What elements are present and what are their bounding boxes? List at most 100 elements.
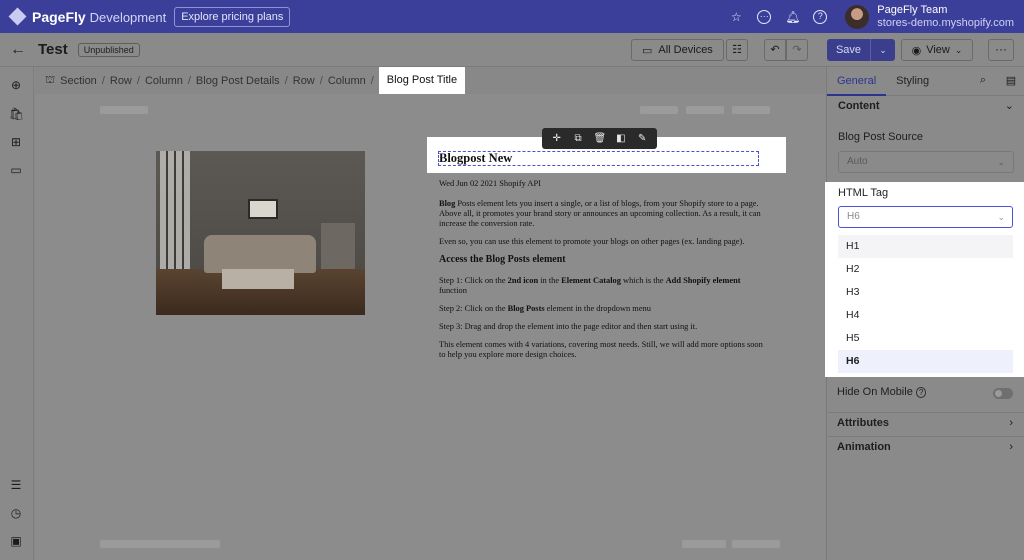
blog-post-image[interactable] <box>156 151 365 315</box>
bell-icon[interactable]: 🔔︎ <box>785 10 800 24</box>
option-h1[interactable]: H1 <box>838 235 1013 258</box>
placeholder-bar <box>100 540 220 548</box>
step-2: Step 2: Click on the Blog Posts element … <box>439 304 651 313</box>
html-tag-options: H1 H2 H3 H4 H5 H6 <box>838 235 1013 373</box>
save-element-icon[interactable]: ◧ <box>615 133 627 144</box>
shopify-bag-icon[interactable]: 🛍︎ <box>9 107 24 121</box>
page-title: Test <box>38 41 68 58</box>
breadcrumb-item-column[interactable]: Column <box>145 75 183 87</box>
paragraph-2: Even so, you can use this element to pro… <box>439 237 745 246</box>
divider <box>826 436 1024 437</box>
save-button[interactable]: Save ⌄ <box>827 39 895 61</box>
section-icon: ⛫ <box>45 73 56 86</box>
eye-icon: ◉ <box>911 44 922 57</box>
plus-circle-icon[interactable]: ⊕ <box>9 78 23 92</box>
save-label: Save <box>827 39 871 61</box>
brand-logo[interactable]: PageFly Development <box>8 7 167 25</box>
status-badge: Unpublished <box>77 42 140 57</box>
chat-icon[interactable]: ··· <box>757 9 772 24</box>
breadcrumb-current[interactable]: Blog Post Title <box>378 67 466 94</box>
search-icon[interactable]: ⌕ <box>976 74 990 88</box>
blog-post-source-select[interactable]: Auto ⌄ <box>838 151 1014 173</box>
tab-styling[interactable]: Styling <box>886 67 939 96</box>
chevron-right-icon: › <box>1009 441 1013 453</box>
tab-general[interactable]: General <box>827 67 887 96</box>
chevron-down-icon: ⌄ <box>997 212 1005 222</box>
duplicate-icon[interactable]: ⧉ <box>572 133 584 144</box>
breadcrumb-item-blog-post-details[interactable]: Blog Post Details <box>196 75 280 87</box>
breadcrumb: ⛫ Section / Row / Column / Blog Post Detail… <box>35 67 825 94</box>
breadcrumb-item-section[interactable]: Section <box>60 75 97 87</box>
brush-icon[interactable]: ✎ <box>636 133 648 144</box>
animation-section[interactable]: Animation › <box>837 441 1013 453</box>
brand-name: PageFly Development <box>32 8 167 25</box>
option-h5[interactable]: H5 <box>838 327 1013 350</box>
content-section-header[interactable]: Content ⌄ <box>838 99 1014 113</box>
help-icon: ? <box>915 387 927 398</box>
html-tag-label: HTML Tag <box>838 187 889 199</box>
step-1: Step 1: Click on the 2nd icon in the Ele… <box>439 276 741 295</box>
help-icon[interactable]: ? <box>813 9 828 24</box>
file-icon[interactable]: ▤ <box>1004 74 1018 88</box>
sliders-icon[interactable]: ☷ <box>726 39 748 61</box>
chevron-down-icon: ⌄ <box>1004 100 1014 112</box>
undo-icon[interactable]: ↶ <box>764 39 786 61</box>
option-h6[interactable]: H6 <box>838 350 1013 373</box>
divider <box>826 412 1024 413</box>
left-rail: ⊕ 🛍︎ ⊞ ▭ ☰ ◷ ▣ <box>0 67 34 560</box>
view-button[interactable]: ◉ View ⌄ <box>901 39 973 61</box>
hide-on-mobile-label: Hide On Mobile ? <box>837 386 1013 398</box>
user-name: PageFly Team <box>877 3 948 16</box>
more-button[interactable]: ··· <box>988 39 1014 61</box>
folder-icon[interactable]: ▭ <box>9 163 23 177</box>
option-h3[interactable]: H3 <box>838 281 1013 304</box>
star-icon[interactable]: ☆ <box>729 10 743 24</box>
back-arrow-icon[interactable]: ← <box>10 41 32 59</box>
option-h2[interactable]: H2 <box>838 258 1013 281</box>
user-store: stores-demo.myshopify.com <box>877 16 1014 29</box>
top-bar: PageFly Development Explore pricing plan… <box>0 0 1024 33</box>
section-heading: Access the Blog Posts element <box>439 254 566 265</box>
chevron-down-icon[interactable]: ⌄ <box>871 39 895 61</box>
chevron-down-icon: ⌄ <box>954 44 963 55</box>
move-icon[interactable]: ✛ <box>551 133 563 144</box>
blog-post-body: Wed Jun 02 2021 Shopify API Blog Posts e… <box>439 152 769 368</box>
avatar <box>845 4 870 29</box>
breadcrumb-item-column-2[interactable]: Column <box>328 75 366 87</box>
chevron-down-icon: ⌄ <box>997 157 1005 167</box>
view-label: View <box>926 44 950 56</box>
editor-toolbar: ← Test Unpublished ▭ All Devices ☷ ↶ ↷ S… <box>0 33 1024 67</box>
blog-post-meta: Wed Jun 02 2021 Shopify API <box>439 179 541 188</box>
explore-pricing-button[interactable]: Explore pricing plans <box>174 6 291 27</box>
chevron-right-icon: › <box>1009 417 1013 429</box>
step-3: Step 3: Drag and drop the element into t… <box>439 322 698 331</box>
devices-button[interactable]: ▭ All Devices <box>631 39 724 61</box>
hide-on-mobile-toggle[interactable] <box>993 388 1013 399</box>
delete-icon[interactable]: 🗑︎ <box>593 133 606 144</box>
redo-icon[interactable]: ↷ <box>786 39 808 61</box>
breadcrumb-item-row[interactable]: Row <box>110 75 132 87</box>
list-icon[interactable]: ☰ <box>9 478 23 492</box>
terminal-icon[interactable]: ▣ <box>9 534 23 548</box>
element-toolbar: ✛ ⧉ 🗑︎ ◧ ✎ <box>542 128 657 149</box>
placeholder-bar <box>100 106 148 114</box>
paragraph-last: This element comes with 4 variations, co… <box>439 340 763 359</box>
html-tag-select[interactable]: H6 ⌄ <box>838 206 1013 228</box>
monitor-icon: ▭ <box>642 44 653 57</box>
clock-icon[interactable]: ◷ <box>9 506 23 520</box>
placeholder-bar <box>732 106 770 114</box>
placeholder-bar <box>686 106 724 114</box>
placeholder-bar <box>732 540 780 548</box>
user-menu[interactable]: PageFly Team stores-demo.myshopify.com <box>845 4 1014 30</box>
pagefly-logo-icon <box>8 7 27 25</box>
placeholder-bar <box>640 106 678 114</box>
option-h4[interactable]: H4 <box>838 304 1013 327</box>
breadcrumb-item-row-2[interactable]: Row <box>293 75 315 87</box>
source-label: Blog Post Source <box>838 131 923 143</box>
attributes-section[interactable]: Attributes › <box>837 417 1013 429</box>
blog-post-title[interactable]: Blogpost New <box>439 151 512 166</box>
placeholder-bar <box>682 540 726 548</box>
paragraph-1: Blog Posts element lets you insert a sin… <box>439 199 761 228</box>
devices-label: All Devices <box>658 44 713 56</box>
grid-icon[interactable]: ⊞ <box>9 135 23 149</box>
